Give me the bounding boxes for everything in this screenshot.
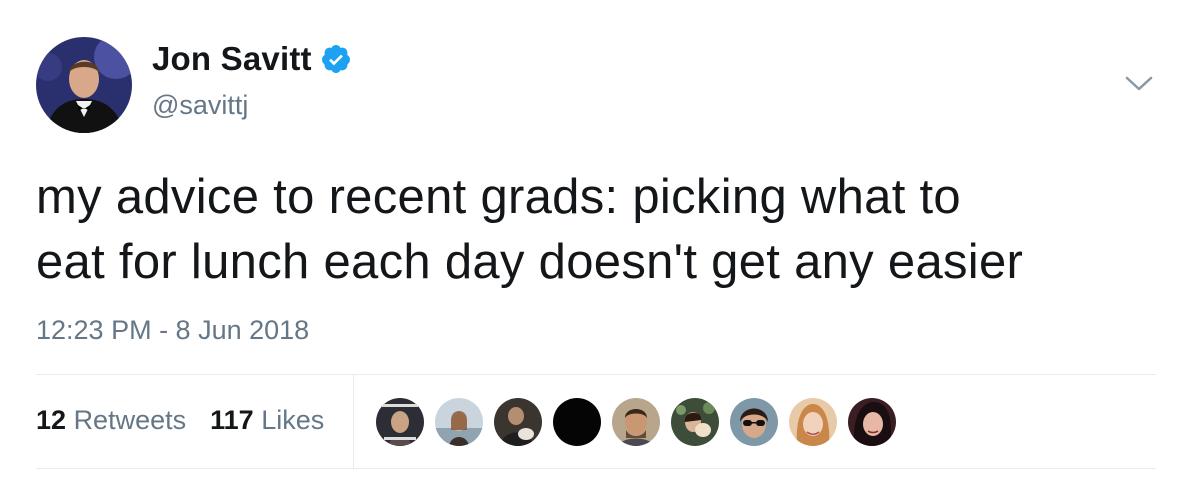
liker-avatar[interactable] [494, 398, 542, 446]
divider [36, 374, 1156, 375]
tweet-stats: 12 Retweets 117 Likes [36, 405, 324, 436]
liker-avatar[interactable] [671, 398, 719, 446]
tweet-card: Jon Savitt @savittj my advice to recent … [0, 0, 1202, 478]
liker-avatar[interactable] [435, 398, 483, 446]
author-handle[interactable]: @savittj [152, 90, 248, 121]
retweets-count: 12 [36, 405, 67, 435]
liker-avatar[interactable] [730, 398, 778, 446]
chevron-down-icon[interactable] [1124, 74, 1154, 94]
retweets-stat[interactable]: 12 Retweets [36, 405, 186, 436]
likes-stat[interactable]: 117 Likes [210, 405, 324, 436]
liker-avatar[interactable] [612, 398, 660, 446]
liker-avatar[interactable] [789, 398, 837, 446]
tweet-text-line: my advice to recent grads: picking what … [36, 170, 961, 224]
tweet-text: my advice to recent grads: picking what … [36, 165, 1166, 295]
liker-avatar[interactable] [848, 398, 896, 446]
retweets-label: Retweets [73, 405, 187, 435]
stats-divider [353, 375, 354, 468]
likes-label: Likes [261, 405, 325, 435]
author-name-row: Jon Savitt [152, 40, 352, 78]
tweet-timestamp[interactable]: 12:23 PM - 8 Jun 2018 [36, 315, 309, 346]
liker-avatar[interactable] [553, 398, 601, 446]
liker-avatar[interactable] [376, 398, 424, 446]
tweet-text-line: eat for lunch each day doesn't get any e… [36, 235, 1024, 289]
verified-badge-icon [321, 45, 350, 73]
author-avatar[interactable] [36, 37, 132, 133]
likes-count: 117 [210, 405, 254, 435]
liker-avatars [376, 398, 907, 446]
author-display-name[interactable]: Jon Savitt [152, 40, 312, 78]
divider [36, 468, 1156, 469]
